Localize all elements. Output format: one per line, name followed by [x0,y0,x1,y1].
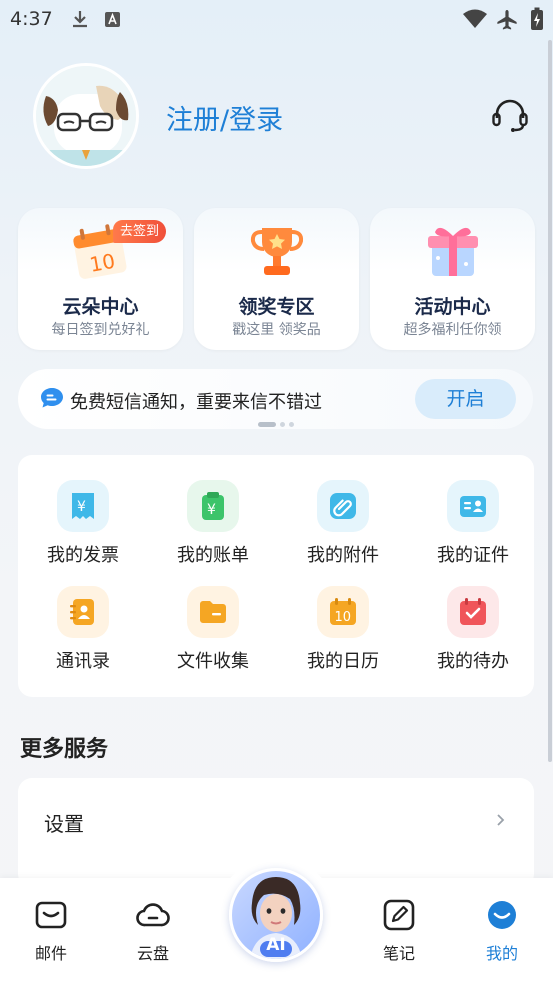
tool-my-attachments[interactable]: 我的附件 [278,480,408,580]
bill-icon: ¥ [187,480,239,532]
nav-profile[interactable]: 我的 [467,898,537,968]
status-time: 4:37 [10,8,53,30]
quick-card-subtitle: 戳这里 领奖品 [232,322,321,338]
quick-card-title: 云朵中心 [62,296,139,318]
settings-label: 设置 [44,812,84,836]
tool-label: 我的待办 [437,651,509,672]
ai-label: AI [266,935,286,955]
scrollbar[interactable] [548,40,552,762]
tool-contacts[interactable]: 通讯录 [18,586,148,686]
carousel-dot [289,422,294,427]
tool-file-collection[interactable]: 文件收集 [148,586,278,686]
airplane-mode-icon [497,10,517,30]
svg-text:¥: ¥ [207,502,216,518]
tool-my-bill[interactable]: ¥ 我的账单 [148,480,278,580]
ai-assistant-button[interactable]: AI [229,868,323,962]
wifi-icon [463,9,487,28]
gift-icon [427,227,478,276]
todo-icon [447,586,499,638]
carousel-dot [280,422,285,427]
sms-notice-banner[interactable]: 免费短信通知，重要来信不错过 开启 [18,369,533,429]
chevron-right-icon [497,814,505,826]
notice-text: 免费短信通知，重要来信不错过 [70,392,322,413]
quick-card-title: 活动中心 [414,296,491,318]
profile-icon [488,901,516,929]
avatar[interactable] [33,63,139,169]
download-icon [73,11,87,28]
tool-my-calendar[interactable]: 10 我的日历 [278,586,408,686]
svg-text:10: 10 [335,610,352,625]
enable-button[interactable]: 开启 [415,379,516,419]
message-icon [41,388,63,408]
battery-charging-icon [531,7,543,30]
nav-label: 笔记 [382,944,415,963]
note-icon [383,899,415,931]
tool-label: 我的账单 [177,545,249,566]
invoice-icon: ¥ [57,480,109,532]
nav-label: 云盘 [136,944,169,963]
tool-my-invoice[interactable]: ¥ 我的发票 [18,480,148,580]
svg-text:¥: ¥ [77,499,86,515]
calendar-icon: 10 [317,586,369,638]
checkin-badge[interactable]: 去签到 [113,220,167,243]
nav-label: 我的 [485,944,518,963]
cloud-icon [136,903,170,927]
svg-text:10: 10 [87,249,116,277]
tool-label: 我的附件 [307,545,379,566]
nav-mail[interactable]: 邮件 [16,898,86,968]
more-services-heading: 更多服务 [20,737,109,762]
tool-label: 文件收集 [177,651,249,672]
contacts-icon [57,586,109,638]
folder-icon [187,586,239,638]
font-icon [105,12,120,27]
tool-label: 我的证件 [437,545,509,566]
quick-card-activity-center[interactable]: 活动中心 超多福利任你领 [370,208,535,350]
quick-card-title: 领奖专区 [238,296,315,318]
attachment-icon [317,480,369,532]
status-bar: 4:37 [0,0,553,40]
id-card-icon [447,480,499,532]
quick-card-subtitle: 超多福利任你领 [403,322,502,338]
customer-service-icon[interactable] [490,96,530,136]
tool-label: 通讯录 [56,651,110,672]
nav-cloud-drive[interactable]: 云盘 [118,898,188,968]
login-register-link[interactable]: 注册/登录 [166,98,283,137]
carousel-dot-active [258,422,276,427]
tool-my-id[interactable]: 我的证件 [408,480,538,580]
tool-my-todo[interactable]: 我的待办 [408,586,538,686]
trophy-icon [250,228,303,275]
mail-icon [35,901,67,929]
tool-label: 我的日历 [307,651,379,672]
tool-label: 我的发票 [47,545,119,566]
nav-notes[interactable]: 笔记 [364,898,434,968]
quick-card-subtitle: 每日签到兑好礼 [51,322,150,338]
dog-avatar-icon [36,66,136,166]
tools-panel: ¥ 我的发票 ¥ 我的账单 我的附件 我的证件 通讯录 文件收集 10 我的日历… [18,455,534,697]
nav-label: 邮件 [34,944,67,963]
quick-card-rewards[interactable]: 领奖专区 戳这里 领奖品 [194,208,359,350]
